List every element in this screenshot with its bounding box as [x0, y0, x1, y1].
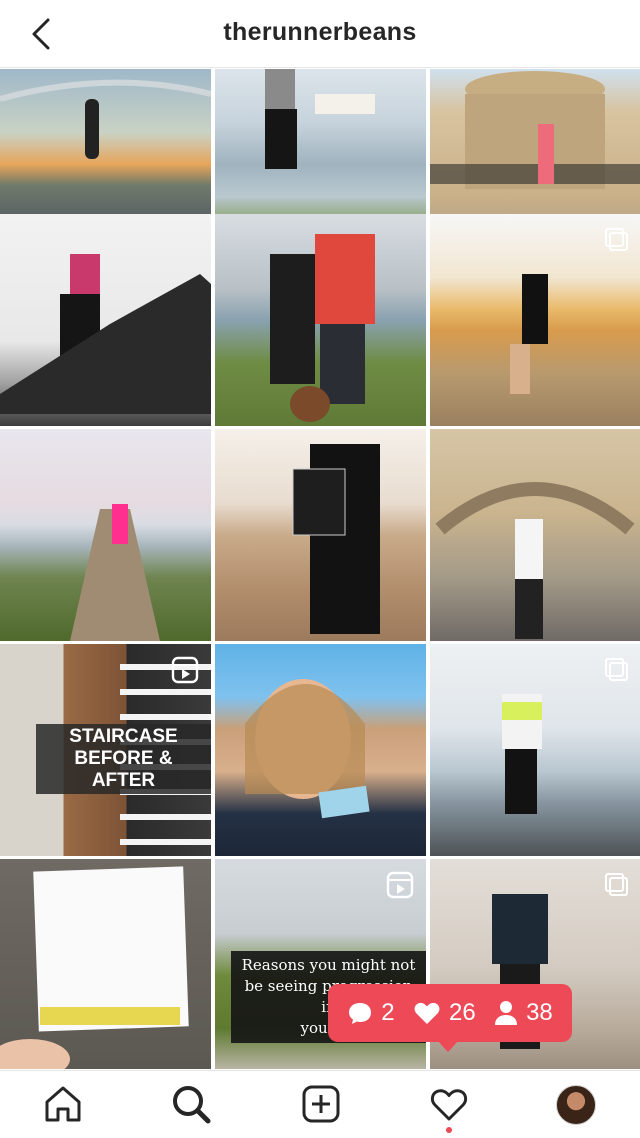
- like-count: 26: [413, 999, 476, 1027]
- profile-username-title: therunnerbeans: [223, 18, 417, 46]
- post-tile-7[interactable]: [0, 429, 211, 641]
- comment-bubble-icon: [349, 1003, 372, 1024]
- staircase-overlay-text: STAIRCASE BEFORE & AFTER: [36, 724, 211, 794]
- heart-icon[interactable]: [428, 1083, 470, 1125]
- follower-count: 38: [494, 999, 553, 1027]
- notification-tail: [437, 1040, 459, 1052]
- post-tile-9[interactable]: [430, 429, 640, 641]
- search-icon[interactable]: [170, 1083, 212, 1125]
- post-tile-13[interactable]: [0, 859, 211, 1069]
- plus-square-icon[interactable]: [300, 1083, 342, 1125]
- profile-avatar[interactable]: [556, 1085, 596, 1125]
- activity-notification-bubble[interactable]: 2 26 38: [328, 984, 572, 1042]
- reel-icon: [386, 871, 414, 899]
- post-tile-10[interactable]: STAIRCASE BEFORE & AFTER: [0, 644, 211, 856]
- post-tile-12[interactable]: [430, 644, 640, 856]
- home-icon[interactable]: [42, 1083, 84, 1125]
- activity-indicator-dot: [446, 1127, 452, 1133]
- post-tile-8[interactable]: [215, 429, 426, 641]
- post-tile-5[interactable]: [215, 214, 426, 426]
- post-tile-4[interactable]: [0, 214, 211, 426]
- comment-count: 2: [347, 999, 395, 1027]
- reel-icon: [171, 656, 199, 684]
- heart-filled-icon: [414, 1002, 440, 1024]
- post-tile-11[interactable]: [215, 644, 426, 856]
- like-count-value: 26: [448, 999, 476, 1026]
- comment-count-value: 2: [381, 999, 395, 1026]
- bottom-navigation-bar: [0, 1070, 640, 1138]
- posts-grid: STAIRCASE BEFORE & AFTER Reasons you mig…: [0, 69, 640, 1069]
- person-icon: [495, 1001, 518, 1025]
- follower-count-value: 38: [526, 999, 553, 1026]
- top-bar: therunnerbeans: [0, 0, 640, 68]
- post-tile-6[interactable]: [430, 214, 640, 426]
